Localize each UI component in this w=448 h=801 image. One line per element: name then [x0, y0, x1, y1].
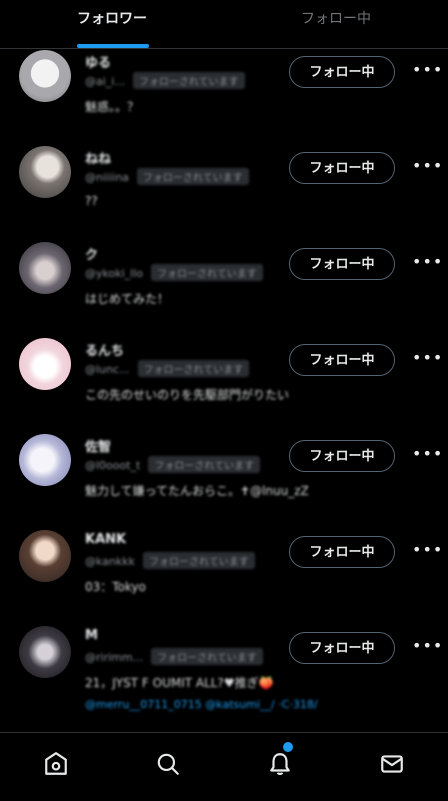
user-name: KANK [85, 532, 127, 547]
more-options-icon[interactable]: ••• [412, 156, 443, 175]
tab-followers-label: フォロワー [77, 11, 147, 27]
user-bio-links[interactable]: @merru__0711_0715 @katsumi__/ ·C·318/ [85, 698, 318, 711]
follows-you-badge: フォローされています [151, 648, 263, 665]
notifications-icon[interactable] [267, 751, 293, 777]
list-item[interactable]: 佐智 @l0ooot_t フォローされています 魅力して嫌ってたんおらこ。✝@ln… [0, 432, 448, 528]
avatar[interactable] [19, 434, 71, 486]
tab-bar: フォロワー フォロー中 [0, 0, 448, 49]
follows-you-badge: フォローされています [132, 72, 245, 89]
user-bio: ?? [85, 194, 98, 208]
handle-text: @lunc... [85, 363, 130, 376]
list-item[interactable]: ク @ykoki_llo フォローされています はじめてみた！ フォロー中 ••• [0, 240, 448, 336]
user-bio: 魅惑。。？ [85, 100, 140, 114]
user-name: るんち [85, 344, 125, 359]
user-name: ゆる [85, 56, 112, 71]
more-options-icon[interactable]: ••• [412, 252, 443, 271]
tab-followers[interactable]: フォロワー [0, 0, 224, 48]
avatar[interactable] [19, 338, 71, 390]
avatar[interactable] [19, 50, 71, 102]
list-item[interactable]: KANK @kankkk フォローされています 03：Tokyo フォロー中 ••… [0, 528, 448, 624]
avatar[interactable] [19, 146, 71, 198]
user-handle: @ykoki_llo フォローされています [85, 264, 263, 281]
list-item[interactable]: るんち @lunc... フォローされています この先のせいのりを先駆部門がりたい… [0, 336, 448, 432]
user-bio: 03：Tokyo [85, 580, 146, 594]
user-handle: @l0ooot_t フォローされています [85, 456, 261, 473]
following-button[interactable]: フォロー中 [289, 440, 395, 472]
handle-text: @ai_i... [85, 75, 125, 88]
follows-you-badge: フォローされています [136, 168, 249, 185]
more-options-icon[interactable]: ••• [412, 348, 443, 367]
home-icon[interactable] [43, 751, 69, 777]
list-item[interactable]: ねね @niiiina フォローされています ?? フォロー中 ••• [0, 144, 448, 240]
user-bio: この先のせいのりを先駆部門がりたい [85, 388, 290, 402]
list-item[interactable]: M @ririmm... フォローされています 21，JYST F OUMIT A… [0, 624, 448, 732]
search-icon[interactable] [155, 751, 181, 777]
follows-you-badge: フォローされています [143, 552, 255, 569]
user-handle: @ai_i... フォローされています [85, 72, 245, 89]
user-handle: @niiiina フォローされています [85, 168, 249, 185]
handle-text: @ririmm... [85, 651, 144, 664]
user-name: ク [85, 248, 99, 263]
following-button[interactable]: フォロー中 [289, 56, 395, 88]
follows-you-badge: フォローされています [148, 456, 261, 473]
user-handle: @ririmm... フォローされています [85, 648, 263, 665]
follows-you-badge: フォローされています [137, 360, 250, 377]
user-name: M [85, 628, 98, 643]
list-item[interactable]: ゆる @ai_i... フォローされています 魅惑。。？ フォロー中 ••• [0, 48, 448, 144]
handle-text: @niiiina [85, 171, 129, 184]
follower-list: ゆる @ai_i... フォローされています 魅惑。。？ フォロー中 ••• ねね… [0, 48, 448, 732]
more-options-icon[interactable]: ••• [412, 636, 443, 655]
bottom-nav [0, 732, 448, 801]
user-bio: はじめてみた！ [85, 292, 170, 306]
following-button[interactable]: フォロー中 [289, 248, 395, 280]
following-button[interactable]: フォロー中 [289, 632, 395, 664]
avatar[interactable] [19, 626, 71, 678]
follows-you-badge: フォローされています [151, 264, 263, 281]
notification-dot [283, 742, 293, 752]
user-bio: 21，JYST F OUMIT ALL?♥推ぎ🍑 [85, 676, 274, 690]
more-options-icon[interactable]: ••• [412, 444, 443, 463]
user-handle: @lunc... フォローされています [85, 360, 250, 377]
handle-text: @l0ooot_t [85, 459, 141, 472]
tab-following[interactable]: フォロー中 [224, 0, 448, 48]
handle-text: @kankkk [85, 555, 135, 568]
following-button[interactable]: フォロー中 [289, 152, 395, 184]
user-handle: @kankkk フォローされています [85, 552, 255, 569]
messages-icon[interactable] [379, 751, 405, 777]
following-button[interactable]: フォロー中 [289, 536, 395, 568]
user-name: ねね [85, 152, 112, 167]
avatar[interactable] [19, 242, 71, 294]
following-button[interactable]: フォロー中 [289, 344, 395, 376]
avatar[interactable] [19, 530, 71, 582]
more-options-icon[interactable]: ••• [412, 540, 443, 559]
handle-text: @ykoki_llo [85, 267, 143, 280]
user-name: 佐智 [85, 440, 112, 455]
user-bio: 魅力して嫌ってたんおらこ。✝@lnuu_zZ [85, 484, 309, 498]
more-options-icon[interactable]: ••• [412, 60, 443, 79]
tab-following-label: フォロー中 [301, 11, 371, 27]
